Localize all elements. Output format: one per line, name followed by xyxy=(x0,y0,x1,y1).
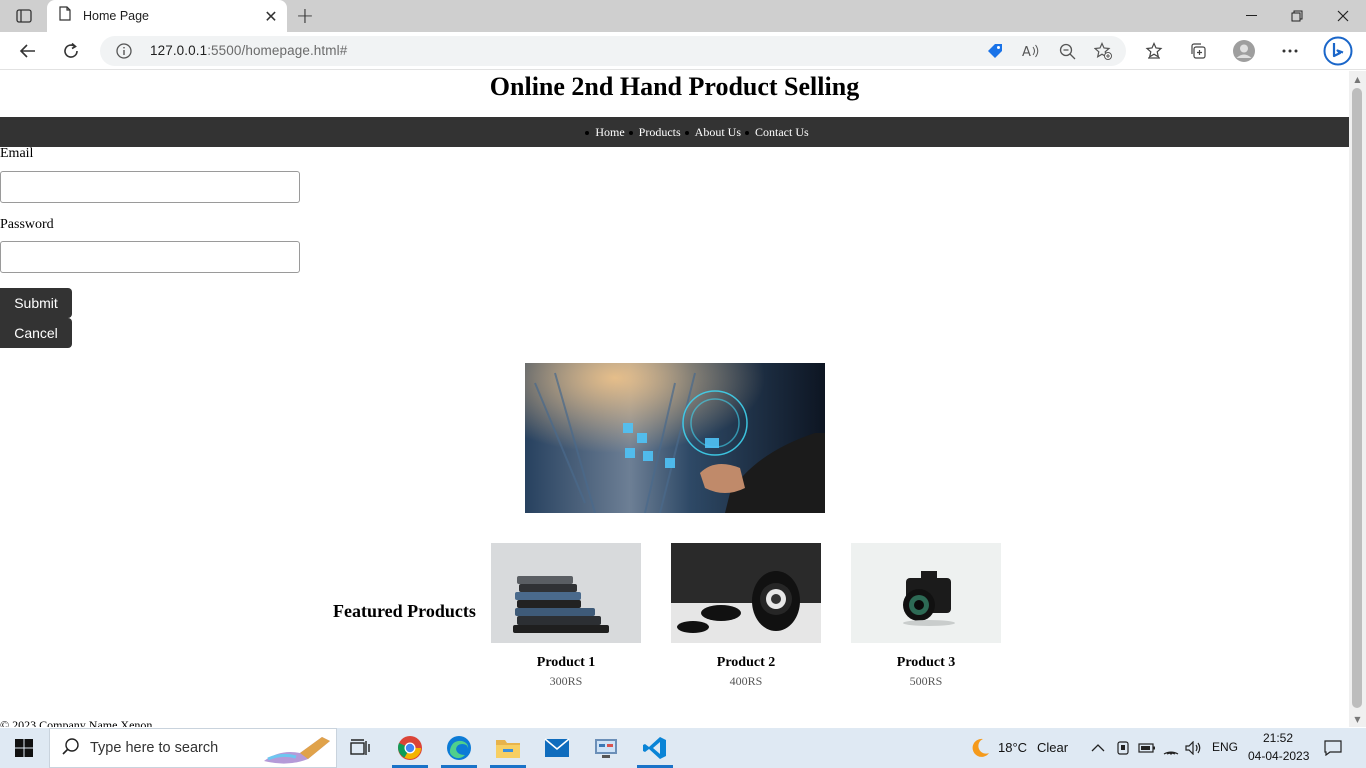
product-2-name: Product 2 xyxy=(716,655,776,670)
mail-app-icon[interactable] xyxy=(533,728,581,768)
product-3-name: Product 3 xyxy=(896,655,956,670)
back-button[interactable] xyxy=(15,38,41,64)
page-scrollbar[interactable]: ▲ ▼ xyxy=(1349,71,1366,727)
volume-icon[interactable] xyxy=(1184,738,1204,758)
nav-item-about-us[interactable]: About Us xyxy=(684,125,748,140)
battery-icon[interactable] xyxy=(1137,738,1157,758)
main-nav: Home Products About Us Contact Us xyxy=(0,117,1349,147)
product-2-price: 400RS xyxy=(729,674,763,688)
url-host: 127.0.0.1 xyxy=(150,43,208,58)
browser-tab-bar: Home Page ✕ + xyxy=(0,0,1366,32)
product-2-image xyxy=(671,543,821,643)
weather-moon-icon[interactable] xyxy=(968,736,992,760)
product-card-2[interactable]: Product 2 400RS xyxy=(671,543,821,689)
close-window-button[interactable] xyxy=(1320,0,1366,32)
nav-item-products[interactable]: Products xyxy=(628,125,688,140)
clock-time[interactable]: 21:52 xyxy=(1263,731,1293,745)
minimize-button[interactable] xyxy=(1228,0,1274,32)
product-1-image xyxy=(491,543,641,643)
restore-button[interactable] xyxy=(1274,0,1320,32)
zoom-out-icon[interactable] xyxy=(1056,41,1078,61)
clock-date[interactable]: 04-04-2023 xyxy=(1248,749,1309,763)
hero-warehouse-image xyxy=(525,363,825,513)
tab-close-icon[interactable]: ✕ xyxy=(257,2,285,30)
edge-app-icon[interactable] xyxy=(435,728,483,768)
weather-description[interactable]: Clear xyxy=(1037,740,1068,755)
url-path: :5500/homepage.html# xyxy=(207,43,348,58)
refresh-button[interactable] xyxy=(58,38,84,64)
tab-actions-icon[interactable] xyxy=(10,6,38,26)
favorites-icon[interactable] xyxy=(1141,38,1167,64)
control-panel-icon[interactable] xyxy=(582,728,630,768)
nav-item-contact-us[interactable]: Contact Us xyxy=(745,125,816,140)
nav-item-home[interactable]: Home xyxy=(585,125,631,140)
file-explorer-icon[interactable] xyxy=(484,728,532,768)
meet-now-icon[interactable] xyxy=(1113,738,1133,758)
page-icon xyxy=(59,6,71,26)
tab-title: Home Page xyxy=(83,9,150,23)
language-indicator[interactable]: ENG xyxy=(1212,740,1238,754)
browser-toolbar: 127.0.0.1:5500/homepage.html# A xyxy=(0,32,1366,70)
wifi-icon[interactable] xyxy=(1161,738,1181,758)
read-aloud-icon[interactable]: A xyxy=(1020,41,1042,61)
search-placeholder: Type here to search xyxy=(90,740,219,756)
taskbar-search-box[interactable]: Type here to search xyxy=(49,728,337,768)
profile-avatar[interactable] xyxy=(1231,38,1257,64)
email-label: Email xyxy=(0,146,34,161)
collections-icon[interactable] xyxy=(1185,38,1211,64)
product-card-1[interactable]: Product 1 300RS xyxy=(491,543,641,689)
product-1-price: 300RS xyxy=(549,674,583,688)
search-icon xyxy=(62,737,80,760)
browser-tab-home[interactable]: Home Page ✕ xyxy=(47,0,287,32)
featured-products-heading: Featured Products xyxy=(333,601,476,621)
product-3-price: 500RS xyxy=(909,674,943,688)
scrollbar-thumb[interactable] xyxy=(1352,88,1362,708)
weather-temperature[interactable]: 18°C xyxy=(998,740,1027,755)
site-title: Online 2nd Hand Product Selling xyxy=(489,72,860,101)
task-view-icon[interactable] xyxy=(336,728,384,768)
vscode-app-icon[interactable] xyxy=(631,728,679,768)
search-highlight-icon xyxy=(260,731,334,768)
product-3-image xyxy=(851,543,1001,643)
url-text[interactable]: 127.0.0.1:5500/homepage.html# xyxy=(150,43,347,58)
show-hidden-icons-chevron-icon[interactable] xyxy=(1088,738,1108,758)
page-viewport: Online 2nd Hand Product Selling Home Pro… xyxy=(0,71,1349,727)
email-field[interactable] xyxy=(0,171,300,203)
cancel-button[interactable]: Cancel xyxy=(0,318,72,348)
notifications-icon[interactable] xyxy=(1323,738,1343,758)
footer-copyright: © 2023 Company Name Xenon xyxy=(0,718,153,727)
more-options-icon[interactable] xyxy=(1277,38,1303,64)
scroll-down-arrow-icon[interactable]: ▼ xyxy=(1349,711,1366,727)
chrome-app-icon[interactable] xyxy=(386,728,434,768)
add-favorite-icon[interactable] xyxy=(1092,41,1114,61)
svg-text:A: A xyxy=(1022,45,1031,59)
windows-taskbar: Type here to search 18°C Clear ENG 21:52… xyxy=(0,728,1366,768)
product-card-3[interactable]: Product 3 500RS xyxy=(851,543,1001,689)
password-label: Password xyxy=(0,217,54,232)
scroll-up-arrow-icon[interactable]: ▲ xyxy=(1349,71,1366,87)
product-1-name: Product 1 xyxy=(536,655,596,670)
new-tab-button[interactable]: + xyxy=(292,3,318,29)
windows-start-button[interactable] xyxy=(0,728,48,768)
site-info-icon[interactable] xyxy=(116,43,132,64)
address-bar[interactable]: 127.0.0.1:5500/homepage.html# A xyxy=(100,36,1126,66)
bing-chat-icon[interactable] xyxy=(1322,35,1354,67)
submit-button[interactable]: Submit xyxy=(0,288,72,318)
shopping-tag-icon[interactable] xyxy=(984,41,1006,61)
password-field[interactable] xyxy=(0,241,300,273)
